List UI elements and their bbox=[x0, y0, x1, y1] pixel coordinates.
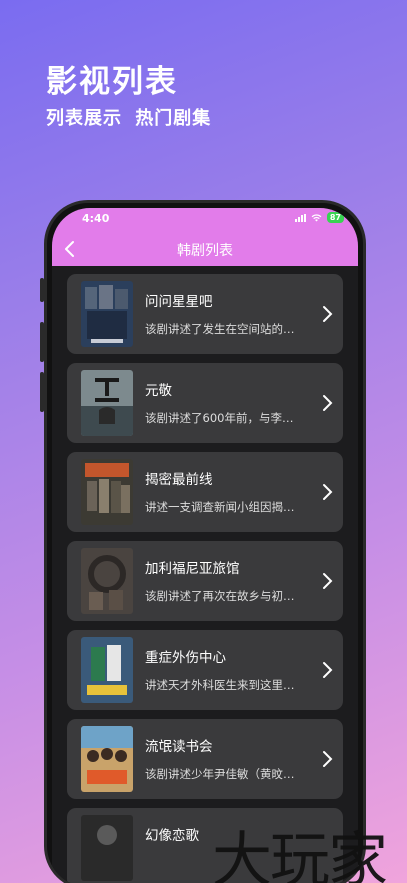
app-screen: 4:40 87 韩剧列表 问问星星吧 该剧讲述了发生在空间站的… 元敬 该剧讲述… bbox=[52, 208, 358, 883]
drama-description: 讲述天才外科医生来到这里… bbox=[145, 678, 295, 692]
drama-poster bbox=[81, 815, 133, 881]
drama-list: 问问星星吧 该剧讲述了发生在空间站的… 元敬 该剧讲述了600年前，与李… 揭密… bbox=[67, 274, 343, 883]
drama-poster bbox=[81, 726, 133, 792]
phone-frame: 4:40 87 韩剧列表 问问星星吧 该剧讲述了发生在空间站的… 元敬 该剧讲述… bbox=[44, 200, 366, 883]
status-icons: 87 bbox=[294, 212, 344, 223]
drama-card[interactable]: 重症外伤中心 讲述天才外科医生来到这里… bbox=[67, 630, 343, 710]
drama-title: 重症外伤中心 bbox=[145, 650, 226, 666]
drama-card[interactable]: 问问星星吧 该剧讲述了发生在空间站的… bbox=[67, 274, 343, 354]
chevron-right-icon bbox=[323, 484, 333, 500]
drama-title: 流氓读书会 bbox=[145, 739, 213, 755]
chevron-right-icon bbox=[323, 662, 333, 678]
signal-icon bbox=[294, 213, 306, 222]
drama-title: 揭密最前线 bbox=[145, 472, 213, 488]
chevron-right-icon bbox=[323, 306, 333, 322]
promo-title: 影视列表 bbox=[46, 64, 178, 100]
chevron-right-icon bbox=[323, 751, 333, 767]
drama-title: 加利福尼亚旅馆 bbox=[145, 561, 240, 577]
wifi-icon bbox=[311, 213, 322, 222]
drama-description: 该剧讲述少年尹佳敏（黄旼… bbox=[145, 767, 295, 781]
drama-poster bbox=[81, 459, 133, 525]
page-title: 韩剧列表 bbox=[177, 243, 233, 259]
app-header: 4:40 87 韩剧列表 bbox=[52, 208, 358, 266]
battery-indicator: 87 bbox=[326, 212, 344, 223]
drama-title: 幻像恋歌 bbox=[145, 828, 199, 844]
drama-description: 讲述一支调查新闻小组因揭… bbox=[145, 500, 295, 514]
watermark: 大玩家 bbox=[212, 826, 388, 883]
chevron-right-icon bbox=[323, 573, 333, 589]
status-time: 4:40 bbox=[82, 212, 110, 225]
drama-description: 该剧讲述了再次在故乡与初… bbox=[145, 589, 295, 603]
drama-card[interactable]: 揭密最前线 讲述一支调查新闻小组因揭… bbox=[67, 452, 343, 532]
drama-title: 问问星星吧 bbox=[145, 294, 213, 310]
drama-card[interactable]: 元敬 该剧讲述了600年前，与李… bbox=[67, 363, 343, 443]
drama-poster bbox=[81, 281, 133, 347]
nav-bar: 韩剧列表 bbox=[52, 234, 358, 264]
status-bar: 4:40 87 bbox=[52, 208, 358, 228]
promo-subtitle: 列表展示 热门剧集 bbox=[46, 108, 212, 129]
drama-description: 该剧讲述了发生在空间站的… bbox=[145, 322, 295, 336]
drama-card[interactable]: 流氓读书会 该剧讲述少年尹佳敏（黄旼… bbox=[67, 719, 343, 799]
drama-description: 该剧讲述了600年前，与李… bbox=[145, 411, 294, 425]
drama-title: 元敬 bbox=[145, 383, 172, 399]
drama-poster bbox=[81, 637, 133, 703]
drama-poster bbox=[81, 548, 133, 614]
chevron-right-icon bbox=[323, 395, 333, 411]
drama-card[interactable]: 加利福尼亚旅馆 该剧讲述了再次在故乡与初… bbox=[67, 541, 343, 621]
drama-poster bbox=[81, 370, 133, 436]
